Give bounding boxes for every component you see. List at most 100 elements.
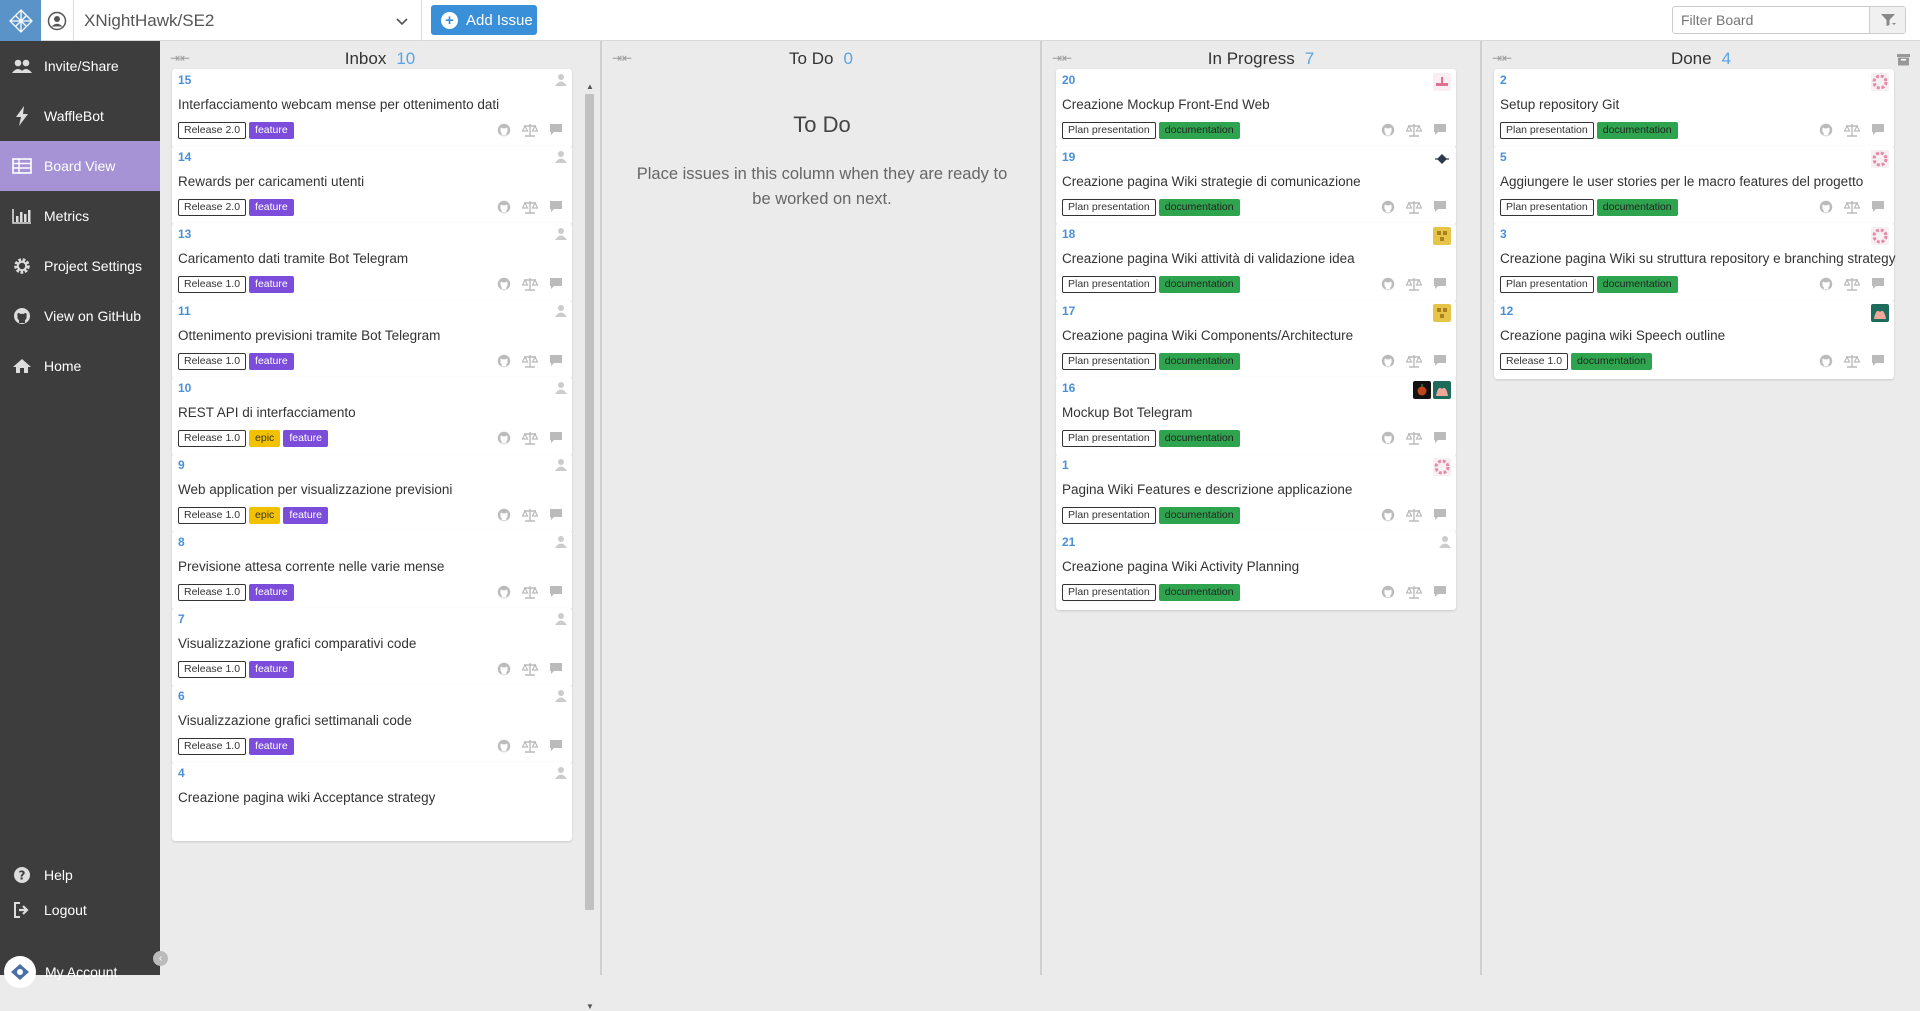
comment-icon[interactable]: [549, 200, 563, 219]
issue-card[interactable]: 7 Visualizzazione grafici comparativi cod…: [172, 608, 572, 687]
issue-card[interactable]: 11 Ottenimento previsioni tramite Bot Tel…: [172, 300, 572, 379]
issue-card[interactable]: 3 Creazione pagina Wiki su struttura repo…: [1494, 223, 1895, 302]
issue-number[interactable]: 7: [178, 612, 185, 626]
github-icon[interactable]: [1819, 123, 1833, 142]
issue-label[interactable]: feature: [249, 661, 294, 678]
assignee-avatar[interactable]: [1871, 73, 1889, 91]
issue-card[interactable]: 4 Creazione pagina wiki Acceptance strate…: [172, 762, 572, 841]
issue-label[interactable]: documentation: [1158, 507, 1240, 524]
issue-label[interactable]: documentation: [1158, 199, 1240, 216]
unassigned-avatar-icon[interactable]: [555, 612, 567, 630]
unassigned-avatar-icon[interactable]: [555, 381, 567, 399]
scale-icon[interactable]: [521, 585, 539, 604]
comment-icon[interactable]: [1433, 354, 1447, 373]
scale-icon[interactable]: [1405, 277, 1423, 296]
scale-icon[interactable]: [521, 739, 539, 758]
unassigned-avatar-icon[interactable]: [555, 304, 567, 322]
github-icon[interactable]: [1381, 123, 1395, 142]
issue-number[interactable]: 8: [178, 535, 185, 549]
issue-title[interactable]: Creazione pagina wiki Acceptance strateg…: [178, 790, 435, 805]
issue-label[interactable]: documentation: [1158, 353, 1240, 370]
filter-icon[interactable]: [1869, 7, 1905, 33]
issue-label[interactable]: Plan presentation: [1062, 353, 1156, 370]
unassigned-avatar-icon[interactable]: [555, 458, 567, 476]
scale-icon[interactable]: [1843, 123, 1861, 142]
scale-icon[interactable]: [1405, 508, 1423, 527]
comment-icon[interactable]: [1433, 123, 1447, 142]
scrollbar-thumb[interactable]: [585, 94, 594, 910]
issue-card[interactable]: 1 Pagina Wiki Features e descrizione appl…: [1056, 454, 1456, 533]
scale-icon[interactable]: [1405, 431, 1423, 450]
github-icon[interactable]: [1381, 508, 1395, 527]
issue-label[interactable]: documentation: [1571, 353, 1652, 370]
github-icon[interactable]: [497, 508, 511, 527]
issue-label[interactable]: Release 2.0: [178, 122, 247, 139]
issue-label[interactable]: Release 1.0: [178, 661, 247, 678]
issue-label[interactable]: Release 2.0: [178, 199, 247, 216]
issue-card[interactable]: 10 REST API di interfacciamento Release 1.…: [172, 377, 572, 456]
sidebar-item-wafflebot[interactable]: WaffleBot: [0, 91, 160, 141]
issue-title[interactable]: Rewards per caricamenti utenti: [178, 174, 364, 189]
issue-card[interactable]: 5 Aggiungere le user stories per le macro…: [1494, 146, 1894, 225]
my-account[interactable]: My Account: [0, 950, 160, 994]
issue-number[interactable]: 21: [1062, 535, 1075, 549]
sidebar-item-metrics[interactable]: Metrics: [0, 191, 160, 241]
issue-title[interactable]: REST API di interfacciamento: [178, 405, 356, 420]
issue-card[interactable]: 2 Setup repository Git Plan presentation do…: [1494, 69, 1894, 148]
github-icon[interactable]: [1381, 585, 1395, 604]
issue-label[interactable]: Release 1.0: [178, 353, 247, 370]
issue-number[interactable]: 4: [178, 766, 185, 780]
issue-label[interactable]: documentation: [1596, 122, 1678, 139]
unassigned-avatar-icon[interactable]: [555, 150, 567, 168]
issue-number[interactable]: 5: [1500, 150, 1507, 164]
unassigned-avatar-icon[interactable]: [1439, 535, 1451, 553]
issue-label[interactable]: documentation: [1596, 199, 1678, 216]
issue-title[interactable]: Creazione pagina wiki Speech outline: [1500, 328, 1725, 343]
scale-icon[interactable]: [1843, 200, 1861, 219]
assignee-avatar[interactable]: [1433, 304, 1451, 322]
comment-icon[interactable]: [1433, 200, 1447, 219]
github-icon[interactable]: [497, 354, 511, 373]
scale-icon[interactable]: [1405, 123, 1423, 142]
assignee-avatar[interactable]: [1433, 458, 1451, 476]
scale-icon[interactable]: [521, 431, 539, 450]
issue-label[interactable]: feature: [249, 122, 294, 139]
issue-title[interactable]: Creazione pagina Wiki attività di valida…: [1062, 251, 1355, 266]
repo-selector[interactable]: XNightHawk/SE2: [74, 0, 422, 41]
github-icon[interactable]: [497, 662, 511, 681]
issue-number[interactable]: 20: [1062, 73, 1075, 87]
issue-number[interactable]: 15: [178, 73, 191, 87]
issue-number[interactable]: 18: [1062, 227, 1075, 241]
github-icon[interactable]: [1381, 277, 1395, 296]
issue-card[interactable]: 6 Visualizzazione grafici settimanali cod…: [172, 685, 572, 764]
issue-label[interactable]: documentation: [1158, 122, 1240, 139]
issue-label[interactable]: Plan presentation: [1062, 122, 1156, 139]
comment-icon[interactable]: [549, 585, 563, 604]
assignee-avatar[interactable]: [1433, 150, 1451, 168]
issue-card[interactable]: 20 Creazione Mockup Front-End Web Plan pre…: [1056, 69, 1456, 148]
archive-icon[interactable]: [1897, 51, 1910, 71]
issue-label[interactable]: Release 1.0: [178, 430, 247, 447]
issue-label[interactable]: Release 1.0: [178, 738, 247, 755]
issue-number[interactable]: 12: [1500, 304, 1513, 318]
issue-title[interactable]: Visualizzazione grafici settimanali code: [178, 713, 412, 728]
issue-label[interactable]: feature: [249, 276, 294, 293]
github-icon[interactable]: [1819, 354, 1833, 373]
issue-number[interactable]: 9: [178, 458, 185, 472]
issue-label[interactable]: documentation: [1158, 584, 1240, 601]
issue-number[interactable]: 14: [178, 150, 191, 164]
scale-icon[interactable]: [521, 277, 539, 296]
issue-card[interactable]: 19 Creazione pagina Wiki strategie di com…: [1056, 146, 1456, 225]
issue-title[interactable]: Creazione pagina Wiki strategie di comun…: [1062, 174, 1361, 189]
issue-label[interactable]: feature: [283, 507, 329, 524]
issue-label[interactable]: feature: [249, 199, 294, 216]
github-icon[interactable]: [497, 123, 511, 142]
issue-label[interactable]: feature: [283, 430, 329, 447]
issue-label[interactable]: Release 1.0: [178, 584, 247, 601]
issue-card[interactable]: 16 Mockup Bot Telegram Plan presentation do…: [1056, 377, 1456, 456]
github-icon[interactable]: [497, 200, 511, 219]
scale-icon[interactable]: [1843, 354, 1861, 373]
issue-label[interactable]: Release 1.0: [178, 507, 247, 524]
assignee-avatar[interactable]: [1433, 73, 1451, 91]
comment-icon[interactable]: [1871, 123, 1885, 142]
